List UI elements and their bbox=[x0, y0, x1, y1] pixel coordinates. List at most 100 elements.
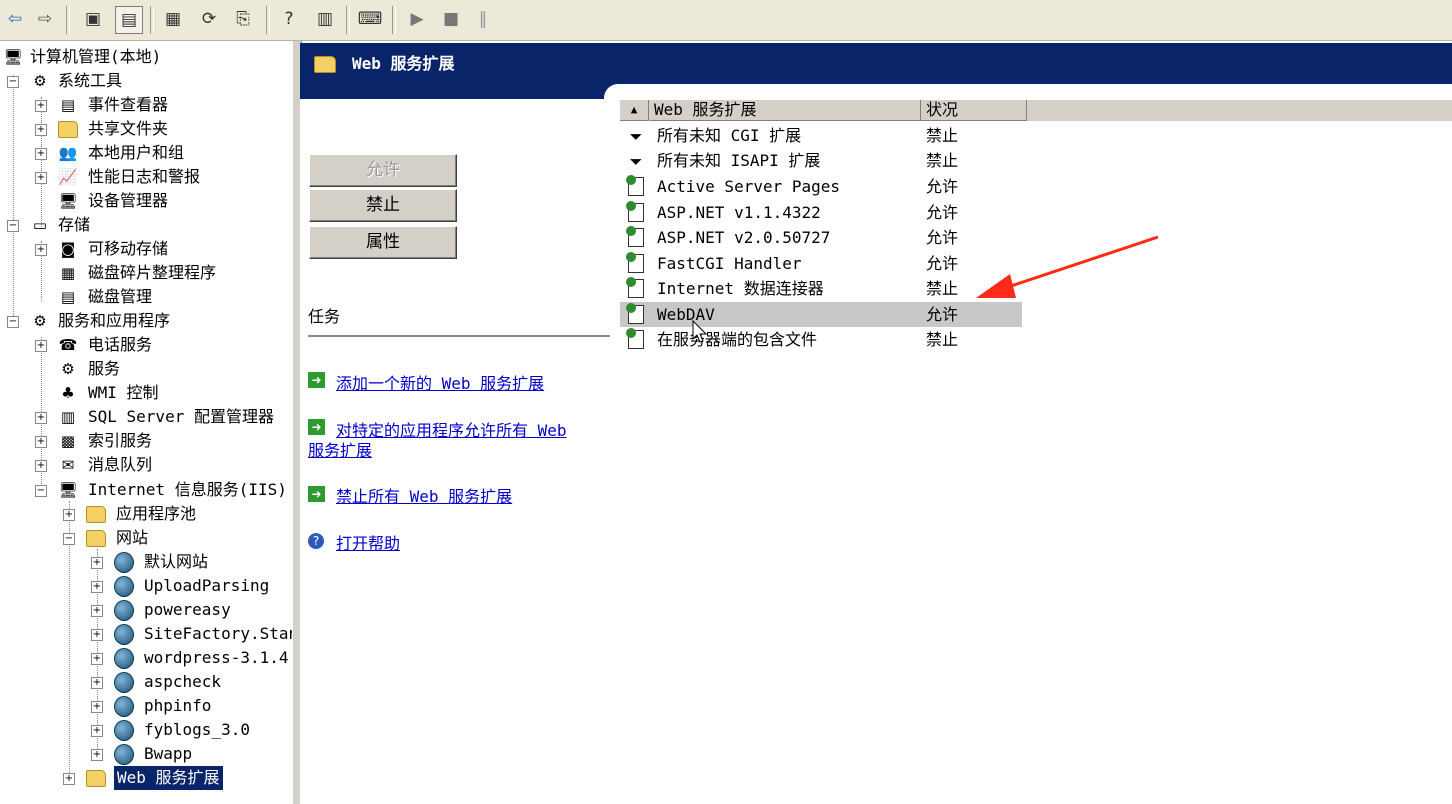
play-icon[interactable]: ▶ bbox=[404, 6, 430, 32]
back-icon[interactable]: ⇦ bbox=[2, 6, 28, 32]
folder-icon bbox=[86, 504, 106, 524]
collapse-toggle[interactable]: − bbox=[7, 316, 19, 328]
collapse-toggle[interactable]: − bbox=[63, 533, 75, 545]
add-extension-link[interactable]: 添加一个新的 Web 服务扩展 bbox=[336, 374, 544, 394]
stop-icon[interactable]: ■ bbox=[438, 6, 464, 32]
tree-label: WMI 控制 bbox=[88, 383, 159, 402]
expand-toggle[interactable]: + bbox=[91, 725, 103, 737]
toolbar-separator bbox=[150, 6, 154, 34]
expand-toggle[interactable]: + bbox=[63, 773, 75, 785]
globe-icon bbox=[114, 695, 134, 717]
tree-label: phpinfo bbox=[144, 696, 212, 715]
expand-toggle[interactable]: + bbox=[91, 749, 103, 761]
list-item[interactable]: ⏷ 所有未知 ISAPI 扩展 禁止 bbox=[620, 148, 1022, 173]
expand-toggle[interactable]: + bbox=[91, 605, 103, 617]
tree-label: 设备管理器 bbox=[88, 191, 169, 210]
collapse-toggle[interactable]: − bbox=[7, 220, 19, 232]
list-item-name: Active Server Pages bbox=[657, 177, 841, 196]
expand-toggle[interactable]: + bbox=[35, 340, 47, 352]
tree-root-label: 计算机管理(本地) bbox=[30, 47, 162, 66]
add-arrow-icon: ➜ bbox=[308, 372, 325, 388]
export-icon[interactable]: ⎘ bbox=[230, 6, 256, 32]
column-header-status[interactable]: 状况 bbox=[921, 100, 1027, 121]
tree-label: 消息队列 bbox=[88, 455, 153, 474]
expand-toggle[interactable]: + bbox=[91, 629, 103, 641]
tree-label: 应用程序池 bbox=[116, 504, 197, 523]
tree-label: 可移动存储 bbox=[88, 239, 169, 258]
extension-icon bbox=[626, 226, 644, 247]
mouse-cursor-icon bbox=[692, 320, 708, 343]
globe-icon bbox=[114, 671, 134, 693]
tree-label: 网站 bbox=[116, 528, 149, 547]
wmi-icon: ♣ bbox=[61, 384, 75, 402]
collapse-toggle[interactable]: − bbox=[7, 76, 19, 88]
list-item-status: 允许 bbox=[926, 228, 959, 247]
allow-button[interactable]: 允许 bbox=[309, 154, 457, 187]
expand-toggle[interactable]: + bbox=[91, 557, 103, 569]
expand-toggle[interactable]: + bbox=[91, 677, 103, 689]
list-item-name: FastCGI Handler bbox=[657, 254, 802, 273]
show-tree-icon[interactable]: ▤ bbox=[115, 6, 143, 34]
expand-toggle[interactable]: + bbox=[91, 653, 103, 665]
list-item[interactable]: FastCGI Handler 允许 bbox=[620, 251, 1022, 276]
expand-toggle[interactable]: + bbox=[35, 412, 47, 424]
expand-toggle[interactable]: + bbox=[63, 509, 75, 521]
expand-toggle[interactable]: + bbox=[35, 100, 47, 112]
list-item-status: 允许 bbox=[926, 305, 959, 324]
expand-toggle[interactable]: + bbox=[35, 436, 47, 448]
list-item-status: 允许 bbox=[926, 177, 959, 196]
list-item[interactable]: 在服务器端的包含文件 禁止 bbox=[620, 327, 1022, 352]
help-icon[interactable]: ? bbox=[276, 6, 302, 32]
list-item-selected[interactable]: WebDAV 允许 bbox=[620, 302, 1022, 327]
list-item[interactable]: ⏷ 所有未知 CGI 扩展 禁止 bbox=[620, 123, 1022, 148]
expand-toggle[interactable]: + bbox=[91, 581, 103, 593]
refresh-icon[interactable]: ⟳ bbox=[196, 6, 222, 32]
extension-icon bbox=[626, 328, 644, 349]
allow-all-link-line2[interactable]: 服务扩展 bbox=[308, 441, 372, 461]
list-item[interactable]: Internet 数据连接器 禁止 bbox=[620, 276, 1022, 301]
forward-icon[interactable]: ⇨ bbox=[32, 6, 58, 32]
tree-line bbox=[13, 75, 14, 320]
list-item-name: 在服务器端的包含文件 bbox=[657, 330, 818, 349]
list-item-name: Internet 数据连接器 bbox=[657, 279, 824, 298]
expand-toggle[interactable]: + bbox=[91, 701, 103, 713]
page-title: Web 服务扩展 bbox=[352, 54, 455, 73]
folder-icon bbox=[86, 528, 106, 548]
sort-icon[interactable]: ▲ bbox=[620, 100, 649, 121]
list-item[interactable]: ASP.NET v1.1.4322 允许 bbox=[620, 200, 1022, 225]
tree-label: 磁盘碎片整理程序 bbox=[88, 263, 217, 282]
list-item-status: 禁止 bbox=[926, 126, 959, 145]
collapse-toggle[interactable]: − bbox=[35, 485, 47, 497]
pause-icon[interactable]: ‖ bbox=[470, 6, 496, 32]
prohibit-all-link[interactable]: 禁止所有 Web 服务扩展 bbox=[336, 487, 512, 507]
allow-all-link[interactable]: 对特定的应用程序允许所有 Web bbox=[336, 421, 567, 441]
prohibit-button[interactable]: 禁止 bbox=[309, 189, 457, 222]
list-item[interactable]: Active Server Pages 允许 bbox=[620, 174, 1022, 199]
expand-toggle[interactable]: + bbox=[35, 460, 47, 472]
device-manager-icon: 🖥 bbox=[58, 192, 78, 210]
tree-label: 事件查看器 bbox=[88, 95, 169, 114]
column-header-name[interactable]: Web 服务扩展 bbox=[650, 100, 921, 121]
expand-toggle[interactable]: + bbox=[35, 124, 47, 136]
computer-icon[interactable]: ⌨ bbox=[357, 6, 383, 32]
tree-label-selected: Web 服务扩展 bbox=[114, 766, 223, 790]
console-icon[interactable]: ▥ bbox=[312, 6, 338, 32]
open-help-link[interactable]: 打开帮助 bbox=[336, 534, 400, 554]
folder-icon bbox=[314, 56, 336, 73]
list-item-status: 禁止 bbox=[926, 330, 959, 349]
list-item[interactable]: ASP.NET v2.0.50727 允许 bbox=[620, 225, 1022, 250]
computer-icon: 🖥 bbox=[3, 48, 23, 66]
expand-toggle[interactable]: + bbox=[35, 172, 47, 184]
properties-icon[interactable]: ▦ bbox=[160, 6, 186, 32]
properties-button[interactable]: 属性 bbox=[309, 226, 457, 259]
tree-label: Bwapp bbox=[144, 744, 193, 763]
prohibit-arrow-icon: ➜ bbox=[308, 486, 325, 502]
extension-icon bbox=[626, 201, 644, 222]
tree-label: aspcheck bbox=[144, 672, 222, 691]
expand-toggle[interactable]: + bbox=[35, 244, 47, 256]
expand-toggle[interactable]: + bbox=[35, 148, 47, 160]
globe-icon bbox=[114, 647, 134, 669]
tree-label: 性能日志和警报 bbox=[88, 167, 201, 186]
up-folder-icon[interactable]: ▣ bbox=[80, 6, 106, 32]
tree-label: 共享文件夹 bbox=[88, 119, 169, 138]
